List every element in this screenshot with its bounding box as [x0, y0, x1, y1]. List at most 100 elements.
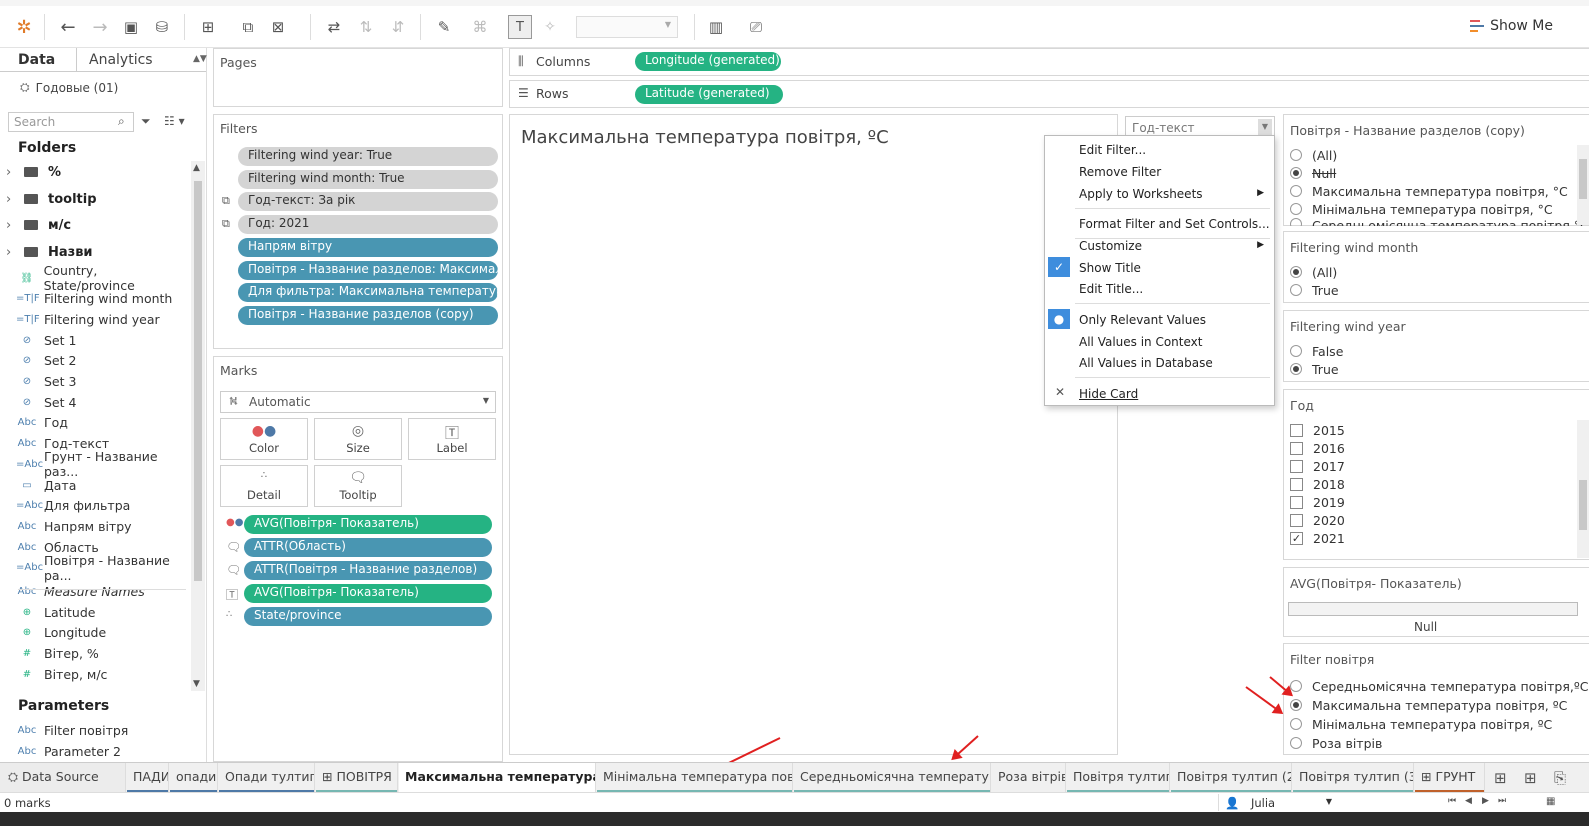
sheet-tab[interactable]: Опади тултип: [219, 763, 315, 793]
marks-pill[interactable]: ATTR(Область): [244, 538, 492, 557]
field-item[interactable]: # Вітер, м/с: [0, 664, 190, 684]
swap-icon[interactable]: ⇄: [322, 15, 346, 39]
first-sheet-icon[interactable]: ⏮: [1448, 796, 1456, 806]
menu-remove-filter[interactable]: Remove Filter: [1079, 162, 1161, 182]
filters-shelf[interactable]: Filters Filtering wind year: True Filteri…: [213, 114, 503, 349]
menu-only-relevant-values[interactable]: Only Relevant Values: [1079, 310, 1206, 330]
filter-scrollbar[interactable]: [1577, 420, 1589, 558]
menu-all-values-in-database[interactable]: All Values in Database: [1079, 353, 1213, 373]
new-worksheet-icon[interactable]: ⊞: [196, 15, 220, 39]
presentation-icon[interactable]: ⎚: [744, 15, 768, 39]
radio-option[interactable]: Середньомісячна температура повітря,ºC: [1290, 677, 1588, 695]
show-labels-icon[interactable]: T: [508, 15, 532, 39]
radio-option[interactable]: Роза вітрів: [1290, 734, 1382, 752]
filter-pill[interactable]: Повітря - Название разделов (copy): [238, 305, 498, 325]
add-datasource-icon[interactable]: ⛁: [150, 15, 174, 39]
radio-option[interactable]: True: [1290, 360, 1339, 378]
radio-option[interactable]: (All): [1290, 263, 1337, 281]
filter-pill[interactable]: Год-текст: За рік: [238, 192, 498, 212]
sheet-tab[interactable]: Середньомісячна температура...: [794, 763, 991, 793]
menu-hide-card[interactable]: Hide Card: [1079, 384, 1138, 404]
field-item[interactable]: ⊘ Set 4: [0, 392, 190, 412]
sheet-tab-active[interactable]: Максимальна температура п...: [399, 763, 596, 793]
radio-option[interactable]: False: [1290, 342, 1343, 360]
group-icon[interactable]: ⌘: [468, 15, 492, 39]
checkbox-option[interactable]: 2017: [1290, 457, 1345, 475]
menu-show-title[interactable]: Show Title: [1079, 258, 1141, 278]
parameter-item[interactable]: Abc Filter повітря: [0, 720, 190, 740]
sheet-tab[interactable]: ⊞ ПОВІТРЯ: [316, 763, 398, 793]
marks-pill[interactable]: State/province: [244, 607, 492, 626]
sheet-tab[interactable]: опади: [170, 763, 218, 793]
prev-sheet-icon[interactable]: ◀: [1465, 796, 1472, 806]
folder-item[interactable]: › Назви: [0, 241, 93, 263]
checkbox-option[interactable]: ✓ 2021: [1290, 529, 1345, 547]
view-options-icon[interactable]: ☷ ▾: [164, 114, 185, 128]
sheet-tab[interactable]: Повітря тултип (2): [1171, 763, 1292, 793]
tooltip-button[interactable]: 🗨 Tooltip: [314, 465, 402, 507]
show-cards-icon[interactable]: ▥: [704, 15, 728, 39]
highlight-icon[interactable]: ✎: [432, 15, 456, 39]
filter-icon[interactable]: ⏷: [141, 114, 151, 129]
field-item[interactable]: =Abc Для фильтра: [0, 496, 190, 516]
tab-data[interactable]: Data: [18, 52, 55, 68]
menu-edit-title[interactable]: Edit Title...: [1079, 279, 1143, 299]
filter-pill[interactable]: Filtering wind month: True: [238, 169, 498, 189]
filter-pill[interactable]: Для фильтра: Максимальна температура п..…: [238, 283, 498, 303]
pin-icon[interactable]: ✧: [538, 15, 562, 39]
clear-sheet-icon[interactable]: ⊠: [266, 15, 290, 39]
rows-shelf[interactable]: ☰ Rows Latitude (generated): [509, 80, 1589, 108]
columns-pill[interactable]: Longitude (generated): [635, 52, 781, 71]
tab-analytics[interactable]: Analytics: [89, 52, 153, 68]
field-item[interactable]: =Abc Повітря - Название ра...: [0, 553, 190, 583]
new-worksheet-icon[interactable]: ⊞: [1494, 769, 1507, 787]
filter-pill[interactable]: Повітря - Название разделов: Максимальн.…: [238, 260, 498, 280]
fit-dropdown[interactable]: ▼: [576, 16, 678, 38]
tab-data-source[interactable]: ⛭ Data Source: [0, 763, 126, 793]
checkbox-option[interactable]: 2015: [1290, 421, 1345, 439]
checkbox-option[interactable]: 2018: [1290, 475, 1345, 493]
radio-option[interactable]: Максимальна температура повітря, °C: [1290, 182, 1568, 200]
field-item[interactable]: ⊘ Set 2: [0, 351, 190, 371]
radio-option[interactable]: (All): [1290, 146, 1337, 164]
redo-icon[interactable]: →: [88, 15, 112, 39]
radio-option[interactable]: True: [1290, 281, 1339, 299]
sheet-tab[interactable]: Роза вітрів: [992, 763, 1066, 793]
chevron-down-icon[interactable]: ▼: [1258, 119, 1272, 135]
field-item[interactable]: ⊘ Set 3: [0, 372, 190, 392]
rows-pill[interactable]: Latitude (generated): [635, 85, 783, 104]
color-button[interactable]: ●● Color: [220, 418, 308, 460]
new-dashboard-icon[interactable]: ⊞: [1524, 769, 1537, 787]
grid-view-icon[interactable]: ▦: [1546, 796, 1555, 807]
menu-customize[interactable]: Customize: [1079, 236, 1142, 256]
undo-icon[interactable]: ←: [56, 15, 80, 39]
radio-option[interactable]: Максимальна температура повітря, ºC: [1290, 696, 1567, 714]
range-slider[interactable]: [1288, 602, 1578, 616]
filter-pill[interactable]: Год: 2021: [238, 215, 498, 235]
radio-option[interactable]: Середньомісячна температура повітря,°С: [1290, 218, 1589, 226]
worksheet-view[interactable]: Максимальна температура повітря, ºC: [509, 114, 1118, 755]
field-item[interactable]: ⛓ Country, State/province: [0, 263, 190, 293]
menu-apply-to-worksheets[interactable]: Apply to Worksheets: [1079, 184, 1269, 204]
save-icon[interactable]: ▣: [119, 15, 143, 39]
datasource-item[interactable]: ⛭ Годовые (01): [20, 80, 118, 95]
field-item[interactable]: Abc Год: [0, 413, 190, 433]
filter-pill[interactable]: Напрям вітру: [238, 237, 498, 257]
pages-shelf[interactable]: Pages: [213, 48, 503, 107]
size-button[interactable]: ◎ Size: [314, 418, 402, 460]
parameter-item[interactable]: Abc Parameter 2: [0, 741, 190, 761]
field-item[interactable]: ▭ Дата: [0, 475, 190, 495]
columns-shelf[interactable]: ⫼ Columns Longitude (generated): [509, 48, 1589, 76]
field-item[interactable]: # Вітер, %: [0, 644, 190, 664]
mark-type-dropdown[interactable]: ⛕ Automatic ▼: [220, 391, 496, 413]
field-item[interactable]: Abc Напрям вітру: [0, 516, 190, 536]
radio-option[interactable]: Мінімальна температура повітря, ºC: [1290, 715, 1552, 733]
field-item[interactable]: ⊕ Longitude: [0, 623, 190, 643]
marks-pill[interactable]: ATTR(Повітря - Название разделов): [244, 561, 492, 580]
marks-pill[interactable]: AVG(Повітря- Показатель): [244, 515, 492, 534]
field-item[interactable]: ⊘ Set 1: [0, 330, 190, 350]
pane-menu-icon[interactable]: ▲▼: [193, 54, 207, 64]
field-item[interactable]: =Abc Грунт - Название раз...: [0, 449, 190, 479]
show-me-button[interactable]: Show Me: [1470, 18, 1553, 34]
folder-item[interactable]: › tooltip: [0, 188, 97, 210]
